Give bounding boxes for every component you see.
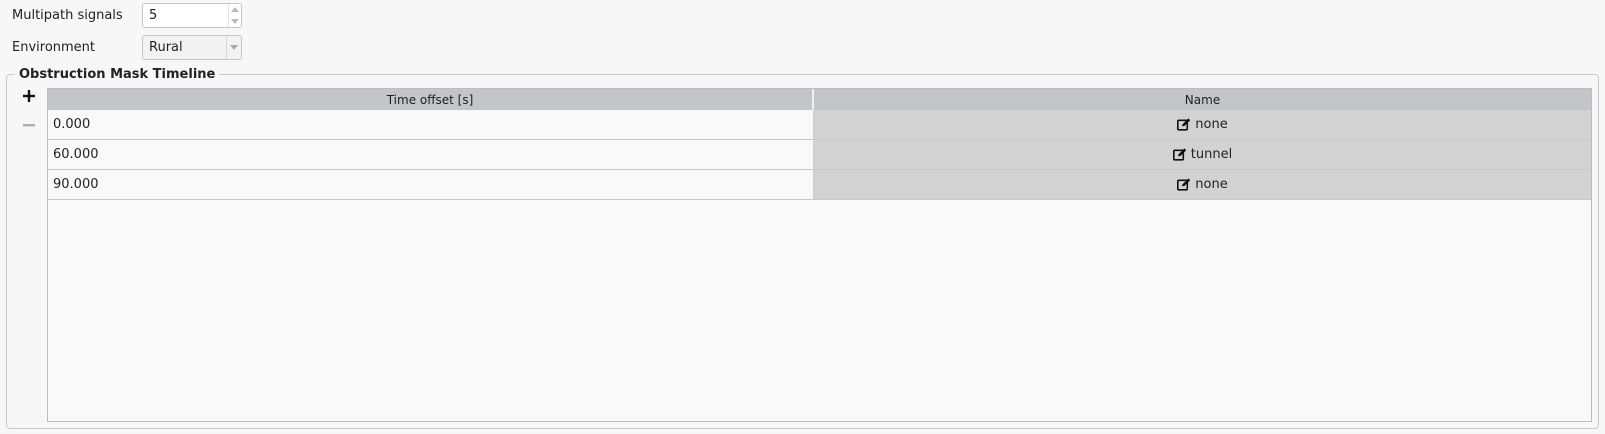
- obstruction-settings-panel: Multipath signals 5 Environment Rural Ob…: [0, 0, 1605, 434]
- table-row[interactable]: 0.000 none: [48, 110, 1591, 140]
- time-offset-cell[interactable]: 0.000: [48, 110, 814, 139]
- table-row[interactable]: 90.000 none: [48, 170, 1591, 200]
- multipath-signals-value[interactable]: 5: [143, 8, 228, 23]
- increment-arrow-icon[interactable]: [231, 7, 239, 13]
- environment-selected-value[interactable]: Rural: [143, 40, 226, 55]
- plus-icon: [23, 90, 35, 102]
- decrement-arrow-icon[interactable]: [231, 18, 239, 24]
- obstruction-mask-timeline-group: Obstruction Mask Timeline Time offset [s…: [6, 67, 1599, 429]
- edit-icon: [1177, 118, 1191, 131]
- environment-select[interactable]: Rural: [142, 35, 242, 60]
- column-header-time-offset[interactable]: Time offset [s]: [48, 89, 814, 110]
- spinbox-arrows[interactable]: [228, 4, 241, 27]
- name-value: none: [1195, 117, 1228, 132]
- table-header: Time offset [s] Name: [48, 89, 1591, 110]
- environment-label: Environment: [12, 40, 96, 55]
- name-edit-button[interactable]: none: [814, 110, 1591, 139]
- column-header-name[interactable]: Name: [814, 89, 1591, 110]
- table-row[interactable]: 60.000 tunnel: [48, 140, 1591, 170]
- time-offset-cell[interactable]: 90.000: [48, 170, 814, 199]
- time-offset-cell[interactable]: 60.000: [48, 140, 814, 169]
- name-edit-button[interactable]: tunnel: [814, 140, 1591, 169]
- multipath-signals-spinbox[interactable]: 5: [142, 3, 242, 28]
- name-value: none: [1195, 177, 1228, 192]
- name-value: tunnel: [1190, 147, 1233, 162]
- multipath-signals-label: Multipath signals: [12, 8, 123, 23]
- chevron-down-icon: [230, 45, 238, 50]
- add-row-button[interactable]: [21, 87, 37, 105]
- timeline-table[interactable]: Time offset [s] Name 0.000 none 60.000 t…: [47, 88, 1592, 422]
- dropdown-button[interactable]: [226, 36, 241, 59]
- minus-icon: [23, 124, 35, 127]
- edit-icon: [1177, 178, 1191, 191]
- name-edit-button[interactable]: none: [814, 170, 1591, 199]
- group-title: Obstruction Mask Timeline: [15, 67, 220, 82]
- remove-row-button[interactable]: [21, 116, 37, 134]
- edit-icon: [1172, 148, 1187, 161]
